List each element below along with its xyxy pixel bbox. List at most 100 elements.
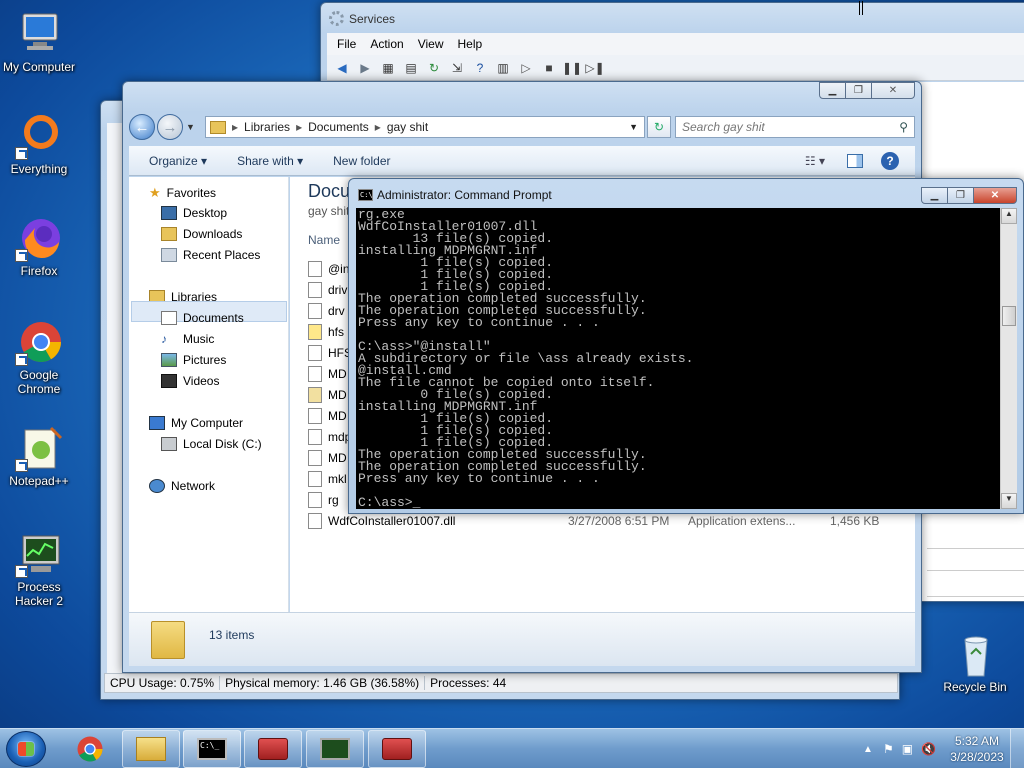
desktop-icon-label: Everything [10,162,68,176]
file-icon [308,303,322,319]
file-row[interactable]: drv [308,302,345,320]
volume-muted-icon[interactable]: 🔇 [921,742,936,756]
back-arrow-icon[interactable]: ◀ [333,59,351,77]
explorer-taskbar-button[interactable] [122,730,180,768]
network-icon[interactable]: ▣ [902,742,913,756]
action-center-icon[interactable]: ⚑ [883,742,894,756]
scroll-up-arrow-icon[interactable]: ▲ [1001,208,1017,224]
restart-service-icon[interactable]: ▷❚ [585,59,604,77]
desktop-icon-everything[interactable]: Everything [1,112,77,176]
toolbox-icon [382,738,412,760]
nav-downloads[interactable]: Downloads [161,227,242,241]
maximize-button[interactable]: ❐ [845,82,872,99]
desktop-icon-chrome[interactable]: Google Chrome [1,318,77,396]
scroll-thumb[interactable] [1002,306,1016,326]
physical-memory: Physical memory: 1.46 GB (36.58%) [220,676,426,690]
file-size: 1,456 KB [830,514,880,528]
chrome-taskbar-button[interactable] [62,730,118,768]
clock-date: 3/28/2023 [950,750,1004,764]
help-icon[interactable]: ? [881,151,899,170]
organize-button[interactable]: Organize ▾ [149,154,207,168]
menu-view[interactable]: View [418,37,444,51]
nav-local-disk[interactable]: Local Disk (C:) [161,437,262,451]
start-service-icon[interactable]: ▷ [517,59,535,77]
file-icon [308,324,322,340]
close-button[interactable]: ✕ [871,82,915,99]
nav-documents[interactable]: Documents [161,311,244,325]
close-button[interactable]: ✕ [973,187,1017,204]
show-hide-tree-icon[interactable]: ▦ [379,59,397,77]
address-dropdown-icon[interactable]: ▼ [629,122,638,132]
desktop-icon-recycle-bin[interactable]: Recycle Bin [937,630,1013,694]
export-list-icon[interactable]: ⇲ [448,59,466,77]
menu-file[interactable]: File [337,37,356,51]
view-icon[interactable]: ▥ [494,59,512,77]
file-row[interactable]: @in [308,260,350,278]
address-bar[interactable]: ▸ Libraries ▸ Documents ▸ gay shit ▼ [205,116,645,138]
minimize-button[interactable]: ▁ [819,82,846,99]
preview-pane-icon[interactable] [847,153,863,168]
file-row[interactable]: driv [308,281,347,299]
file-row[interactable]: MD [308,386,347,404]
nav-recent-places[interactable]: Recent Places [161,248,260,262]
nav-my-computer[interactable]: My Computer [149,416,243,430]
nav-network[interactable]: Network [149,479,215,493]
file-row[interactable]: HFS [308,344,352,362]
file-row[interactable]: rg [308,491,339,509]
folder-icon [210,120,226,134]
nav-pictures[interactable]: Pictures [161,353,226,367]
refresh-icon[interactable]: ↻ [425,59,443,77]
nav-music[interactable]: ♪ Music [161,332,214,346]
share-with-button[interactable]: Share with ▾ [237,154,303,168]
text-cursor-icon [859,1,863,15]
forward-button[interactable]: → [157,114,183,140]
breadcrumb-documents[interactable]: Documents [308,120,369,134]
desktop-icon-process-hacker[interactable]: Process Hacker 2 [1,530,77,608]
search-input[interactable]: Search gay shit ⚲ [675,116,915,138]
help-icon[interactable]: ? [471,59,489,77]
desktop-icon-notepadpp[interactable]: Notepad++ [1,424,77,488]
nav-desktop[interactable]: Desktop [161,206,227,220]
desktop-icon-label: Process Hacker 2 [14,580,64,608]
command-prompt-window[interactable]: C:\ Administrator: Command Prompt ▁ ❐ ✕ … [348,178,1024,514]
refresh-button[interactable]: ↻ [647,116,671,138]
nav-favorites[interactable]: ★ Favorites [149,185,216,201]
vertical-scrollbar[interactable]: ▲ ▼ [1000,208,1017,509]
console-output[interactable]: rg.exe WdfCoInstaller01007.dll 13 file(s… [356,208,1000,509]
file-row[interactable]: mdp [308,428,351,446]
desktop-icon-firefox[interactable]: Firefox [1,214,77,278]
file-row[interactable]: MD [308,365,347,383]
file-row[interactable]: WdfCoInstaller01007.dll 3/27/2008 6:51 P… [308,512,888,530]
file-row[interactable]: MD [308,407,347,425]
show-desktop-button[interactable] [1010,729,1024,768]
scroll-down-arrow-icon[interactable]: ▼ [1001,493,1017,509]
desktop-icon-my-computer[interactable]: My Computer [1,10,77,74]
breadcrumb-libraries[interactable]: Libraries [244,120,290,134]
stop-service-icon[interactable]: ■ [540,59,558,77]
forward-arrow-icon[interactable]: ▶ [356,59,374,77]
back-button[interactable]: ← [129,114,155,140]
change-view-icon[interactable]: ☷ ▾ [805,154,825,168]
breadcrumb-current-folder[interactable]: gay shit [387,120,428,134]
file-row[interactable]: mkl [308,470,347,488]
show-hidden-icons-icon[interactable]: ▲ [863,744,873,755]
toolbox-taskbar-button-2[interactable] [368,730,426,768]
start-button[interactable] [6,731,46,767]
menu-help[interactable]: Help [458,37,483,51]
toolbox-taskbar-button-1[interactable] [244,730,302,768]
pause-service-icon[interactable]: ❚❚ [562,59,582,77]
menu-action[interactable]: Action [370,37,403,51]
properties-icon[interactable]: ▤ [402,59,420,77]
new-folder-button[interactable]: New folder [333,154,390,168]
maximize-button[interactable]: ❐ [947,187,974,204]
column-header-name[interactable]: Name [308,233,340,247]
file-row[interactable]: MD [308,449,347,467]
file-icon [308,261,322,277]
file-row[interactable]: hfs [308,323,344,341]
clock[interactable]: 5:32 AM 3/28/2023 [944,733,1010,765]
process-hacker-taskbar-button[interactable] [306,730,364,768]
cmd-taskbar-button[interactable]: C:\_ [183,730,241,768]
minimize-button[interactable]: ▁ [921,187,948,204]
nav-videos[interactable]: Videos [161,374,219,388]
recent-pages-dropdown-icon[interactable]: ▼ [186,122,195,132]
